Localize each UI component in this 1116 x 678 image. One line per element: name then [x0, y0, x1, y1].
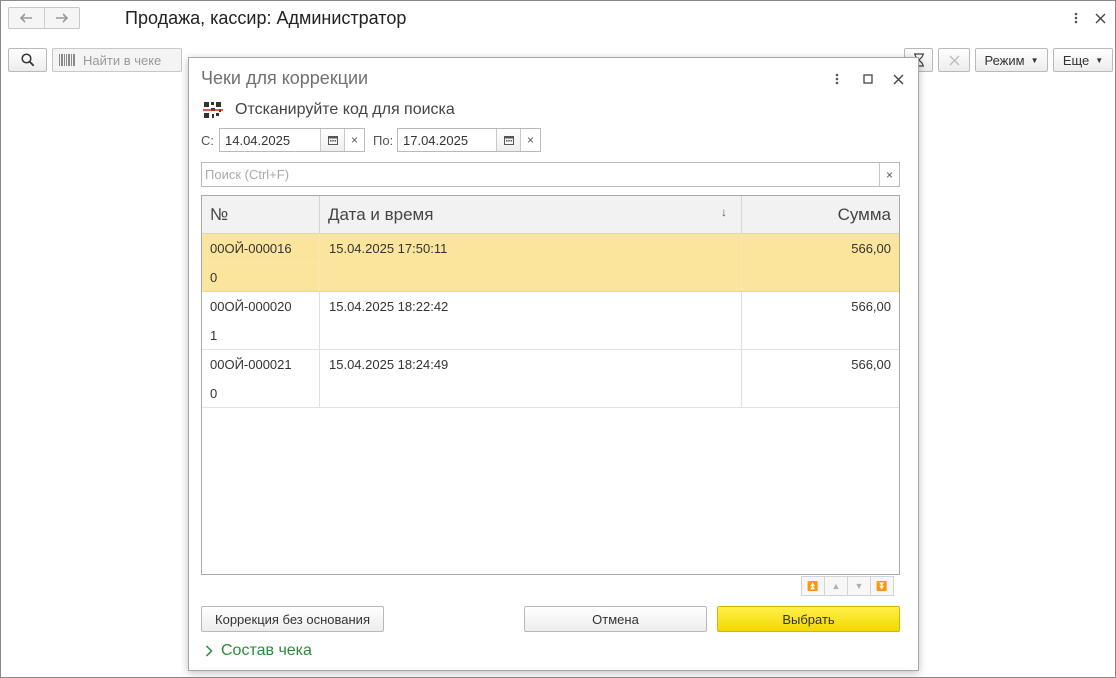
back-icon[interactable] — [9, 8, 44, 28]
column-header-datetime-label: Дата и время — [328, 204, 434, 224]
clear-from-date-icon[interactable]: × — [344, 129, 364, 151]
column-header-number[interactable]: № — [202, 196, 319, 233]
barcode-icon — [59, 54, 75, 66]
cell-sum: 566,00 — [741, 292, 899, 349]
scan-hint: Отсканируйте код для поиска — [203, 100, 455, 120]
close-icon — [949, 55, 959, 65]
table-header: № Дата и время ↓ Сумма — [202, 196, 899, 234]
from-date-value[interactable]: 14.04.2025 — [220, 129, 320, 151]
receipt-number: 00ОЙ-000021 — [210, 357, 292, 372]
chevron-right-icon — [205, 645, 213, 657]
cell-number: 00ОЙ-000016 0 — [202, 234, 319, 291]
window-title: Продажа, кассир: Администратор — [125, 8, 407, 28]
mode-label: Режим — [984, 52, 1025, 68]
cell-sum: 566,00 — [741, 234, 899, 291]
receipt-composition-toggle[interactable]: Состав чека — [205, 642, 312, 660]
cell-datetime: 15.04.2025 18:22:42 — [319, 292, 741, 349]
scroll-last-icon[interactable]: ⏬ — [870, 576, 894, 596]
clear-filter-button[interactable] — [938, 48, 970, 72]
find-in-receipt-field[interactable]: Найти в чеке — [52, 48, 182, 72]
qr-code-icon — [203, 102, 223, 118]
correction-receipts-dialog: Чеки для коррекции Отсканируйте код для … — [188, 57, 919, 671]
window-close-icon[interactable] — [1091, 9, 1109, 27]
more-label: Еще — [1062, 52, 1090, 68]
scroll-first-icon[interactable]: ⏫ — [801, 576, 825, 596]
nav-buttons — [8, 7, 80, 29]
to-date-field[interactable]: 17.04.2025 × — [397, 128, 541, 152]
chevron-down-icon: ▼ — [1030, 55, 1039, 65]
table-row[interactable]: 00ОЙ-000020 1 15.04.2025 18:22:42 566,00 — [202, 292, 899, 350]
to-date-value[interactable]: 17.04.2025 — [398, 129, 496, 151]
receipt-number: 00ОЙ-000016 — [210, 241, 292, 256]
cell-number: 00ОЙ-000020 1 — [202, 292, 319, 349]
receipt-number: 00ОЙ-000020 — [210, 299, 292, 314]
cell-datetime: 15.04.2025 18:24:49 — [319, 350, 741, 407]
table-row[interactable]: 00ОЙ-000021 0 15.04.2025 18:24:49 566,00 — [202, 350, 899, 408]
sort-descending-icon: ↓ — [721, 205, 727, 219]
scan-prompt: Отсканируйте код для поиска — [235, 101, 455, 118]
scroll-up-icon[interactable]: ▲ — [824, 576, 848, 596]
forward-icon[interactable] — [43, 8, 80, 28]
calendar-icon[interactable] — [320, 129, 344, 151]
window-more-icon[interactable] — [1068, 9, 1084, 27]
from-label: С: — [201, 133, 214, 148]
cell-sum: 566,00 — [741, 350, 899, 407]
receipt-sub: 0 — [210, 386, 218, 401]
maximize-icon[interactable] — [860, 70, 876, 88]
choose-button[interactable]: Выбрать — [717, 606, 900, 632]
clear-to-date-icon[interactable]: × — [520, 129, 540, 151]
find-placeholder: Найти в чеке — [83, 52, 162, 68]
scroll-down-icon[interactable]: ▼ — [847, 576, 871, 596]
search-input[interactable] — [202, 163, 879, 186]
column-header-sum[interactable]: Сумма — [741, 196, 899, 233]
search-button[interactable] — [8, 48, 47, 72]
dialog-close-icon[interactable] — [890, 70, 906, 88]
table-scroll-controls: ⏫ ▲ ▼ ⏬ — [801, 576, 894, 596]
cancel-button[interactable]: Отмена — [524, 606, 707, 632]
cell-datetime: 15.04.2025 17:50:11 — [319, 234, 741, 291]
clear-search-icon[interactable]: × — [879, 163, 899, 186]
chevron-down-icon: ▼ — [1095, 55, 1104, 65]
mode-menu-button[interactable]: Режим ▼ — [975, 48, 1048, 72]
receipt-sub: 0 — [210, 270, 218, 285]
search-icon — [20, 53, 34, 67]
from-date-field[interactable]: 14.04.2025 × — [219, 128, 365, 152]
receipt-search-box[interactable]: × — [201, 162, 900, 187]
more-menu-button[interactable]: Еще ▼ — [1053, 48, 1113, 72]
dialog-more-icon[interactable] — [829, 70, 845, 88]
receipts-table: № Дата и время ↓ Сумма 00ОЙ-000016 0 15.… — [201, 195, 900, 575]
cell-number: 00ОЙ-000021 0 — [202, 350, 319, 407]
receipt-sub: 1 — [210, 328, 218, 343]
correction-without-basis-button[interactable]: Коррекция без основания — [201, 606, 384, 632]
calendar-icon[interactable] — [496, 129, 520, 151]
dialog-title: Чеки для коррекции — [201, 68, 369, 88]
to-label: По: — [373, 133, 394, 148]
column-header-datetime[interactable]: Дата и время ↓ — [319, 196, 741, 233]
app-window: Продажа, кассир: Администратор Найти в ч… — [0, 0, 1116, 678]
composition-label: Состав чека — [221, 642, 312, 659]
table-row[interactable]: 00ОЙ-000016 0 15.04.2025 17:50:11 566,00 — [202, 234, 899, 292]
